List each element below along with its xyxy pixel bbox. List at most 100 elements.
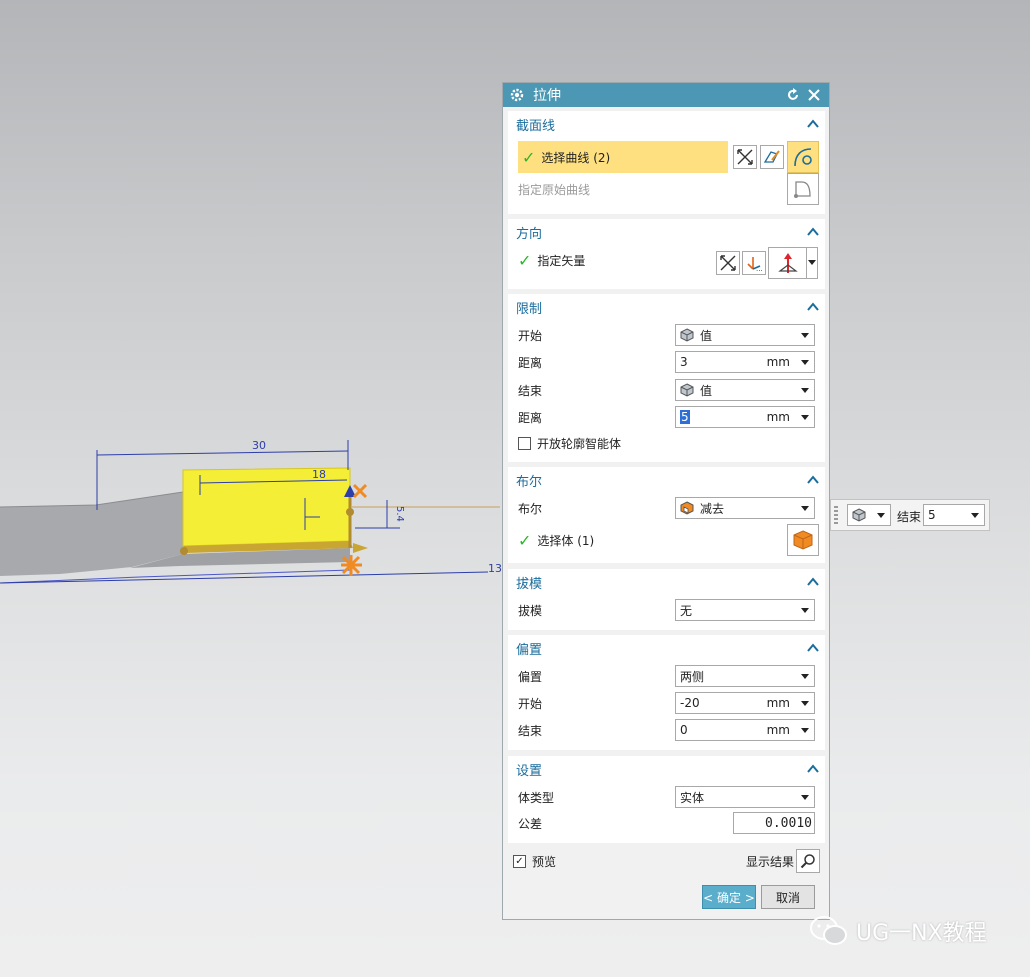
- floating-end-label: 结束: [897, 510, 922, 524]
- dialog-title: 拉伸: [533, 88, 561, 104]
- asterisk-handle-bottom[interactable]: [341, 555, 362, 576]
- tolerance-value: 0.0010: [765, 815, 812, 831]
- extrude-dialog: 拉伸 截面线 ✓ 选择曲线 (2) 指定原始曲线 方向 ✓ 指定矢量 ... 限…: [502, 82, 830, 920]
- magnifier-icon: [800, 854, 815, 869]
- section-curve-panel: 截面线 ✓ 选择曲线 (2) 指定原始曲线: [508, 111, 825, 214]
- distance1-input[interactable]: 3 mm: [675, 351, 815, 373]
- svg-text:...: ...: [756, 265, 763, 272]
- wechat-logo-icon: [810, 916, 847, 945]
- limit-distance1-row: 距离 3 mm: [518, 350, 815, 374]
- offset-end-row: 结束 0 mm: [518, 718, 815, 742]
- select-body-row[interactable]: ✓ 选择体 (1): [518, 531, 594, 550]
- offset-end-value: 0: [680, 723, 688, 737]
- vector-type-dropdown[interactable]: [768, 247, 808, 279]
- draft-panel: 拔模 拔模 无: [508, 569, 825, 630]
- tolerance-row: 公差 0.0010: [518, 811, 815, 835]
- limits-title: 限制: [516, 301, 543, 317]
- limit-end-select[interactable]: 值: [675, 379, 815, 401]
- draft-header[interactable]: 拔模: [508, 569, 825, 595]
- collapse-caret-icon[interactable]: [807, 227, 819, 237]
- preview-checkbox[interactable]: ✓: [513, 855, 526, 868]
- dim-label-30: 30: [252, 439, 266, 452]
- floating-end-toolbar: 结束 5: [830, 499, 990, 531]
- open-profile-checkbox[interactable]: [518, 436, 531, 450]
- cube-icon: [680, 383, 694, 397]
- select-body-button[interactable]: [787, 524, 819, 556]
- boolean-select[interactable]: 减去: [675, 497, 815, 519]
- offset-end-input[interactable]: 0 mm: [675, 719, 815, 741]
- offset-end-unit: mm: [766, 723, 790, 737]
- boolean-header[interactable]: 布尔: [508, 467, 825, 493]
- select-curve-label: 选择曲线 (2): [541, 150, 611, 165]
- draft-value: 无: [680, 603, 693, 618]
- collapse-caret-icon[interactable]: [807, 764, 819, 774]
- limit-start-value: 值: [700, 328, 713, 343]
- select-body-label: 选择体 (1): [537, 534, 595, 548]
- check-icon: ✓: [518, 531, 532, 550]
- offset-type-value: 两侧: [680, 669, 705, 684]
- origin-curve-button[interactable]: [787, 173, 819, 205]
- floating-end-input[interactable]: 5: [923, 504, 985, 526]
- asterisk-handle-top[interactable]: [352, 483, 368, 499]
- distance1-value: 3: [680, 355, 688, 369]
- limits-header[interactable]: 限制: [508, 294, 825, 320]
- collapse-caret-icon[interactable]: [807, 577, 819, 587]
- section-curve-title: 截面线: [516, 118, 556, 134]
- reverse-direction-button[interactable]: [716, 251, 740, 275]
- body-type-value: 实体: [680, 790, 705, 805]
- body-type-row: 体类型 实体: [518, 785, 815, 809]
- distance2-input[interactable]: 5 mm: [675, 406, 815, 428]
- subtract-icon: [680, 501, 694, 515]
- body-type-select[interactable]: 实体: [675, 786, 815, 808]
- limit-end-row: 结束 值: [518, 378, 815, 402]
- show-result-button[interactable]: [796, 849, 820, 873]
- settings-header[interactable]: 设置: [508, 756, 825, 782]
- offset-panel: 偏置 偏置 两侧 开始 -20 mm 结束 0 mm: [508, 635, 825, 750]
- preview-row[interactable]: ✓ 预览: [513, 853, 556, 870]
- open-profile-row[interactable]: 开放轮廓智能体: [518, 431, 815, 455]
- gear-icon: [510, 88, 524, 102]
- direction-header[interactable]: 方向: [508, 219, 825, 245]
- cancel-button[interactable]: 取消: [761, 885, 815, 909]
- vector-dialog-button[interactable]: ...: [742, 251, 766, 275]
- watermark-text: UG一NX教程: [856, 921, 987, 946]
- specify-vector-row[interactable]: ✓ 指定矢量: [518, 251, 585, 270]
- boolean-value: 减去: [700, 501, 725, 516]
- collapse-caret-icon[interactable]: [807, 302, 819, 312]
- vector-type-arrow[interactable]: [806, 247, 818, 279]
- dim-label-18: 18: [312, 468, 326, 481]
- reset-icon[interactable]: [784, 86, 802, 104]
- curve-select-button[interactable]: [787, 141, 819, 173]
- boolean-panel: 布尔 布尔 减去 ✓ 选择体 (1): [508, 467, 825, 563]
- section-curve-header[interactable]: 截面线: [508, 111, 825, 137]
- collapse-caret-icon[interactable]: [807, 119, 819, 129]
- ok-button[interactable]: < 确定 >: [702, 885, 756, 909]
- dialog-titlebar[interactable]: 拉伸: [503, 83, 829, 107]
- offset-header[interactable]: 偏置: [508, 635, 825, 661]
- collapse-caret-icon[interactable]: [807, 475, 819, 485]
- limit-start-select[interactable]: 值: [675, 324, 815, 346]
- dim-label-5-4: 5.4: [394, 506, 405, 522]
- distance1-unit: mm: [766, 355, 790, 369]
- draft-select[interactable]: 无: [675, 599, 815, 621]
- offset-type-select[interactable]: 两侧: [675, 665, 815, 687]
- collapse-caret-icon[interactable]: [807, 643, 819, 653]
- boolean-row: 布尔 减去: [518, 496, 815, 520]
- specify-vector-label: 指定矢量: [537, 254, 586, 268]
- select-curve-row[interactable]: ✓ 选择曲线 (2): [518, 141, 728, 173]
- tolerance-input[interactable]: 0.0010: [733, 812, 815, 834]
- preview-label: 预览: [532, 855, 557, 869]
- offset-start-input[interactable]: -20 mm: [675, 692, 815, 714]
- distance2-unit: mm: [766, 410, 790, 424]
- end-type-select[interactable]: [847, 504, 891, 526]
- drag-grip-icon[interactable]: [834, 506, 838, 526]
- close-icon[interactable]: [805, 86, 823, 104]
- draft-row: 拔模 无: [518, 598, 815, 622]
- boolean-title: 布尔: [516, 474, 543, 490]
- cube-icon: [852, 508, 866, 522]
- specify-origin-curve-label: 指定原始曲线: [518, 183, 591, 197]
- direction-panel: 方向 ✓ 指定矢量 ...: [508, 219, 825, 289]
- sketch-section-button[interactable]: [760, 145, 784, 169]
- reverse-direction-button[interactable]: [733, 145, 757, 169]
- limit-start-row: 开始 值: [518, 323, 815, 347]
